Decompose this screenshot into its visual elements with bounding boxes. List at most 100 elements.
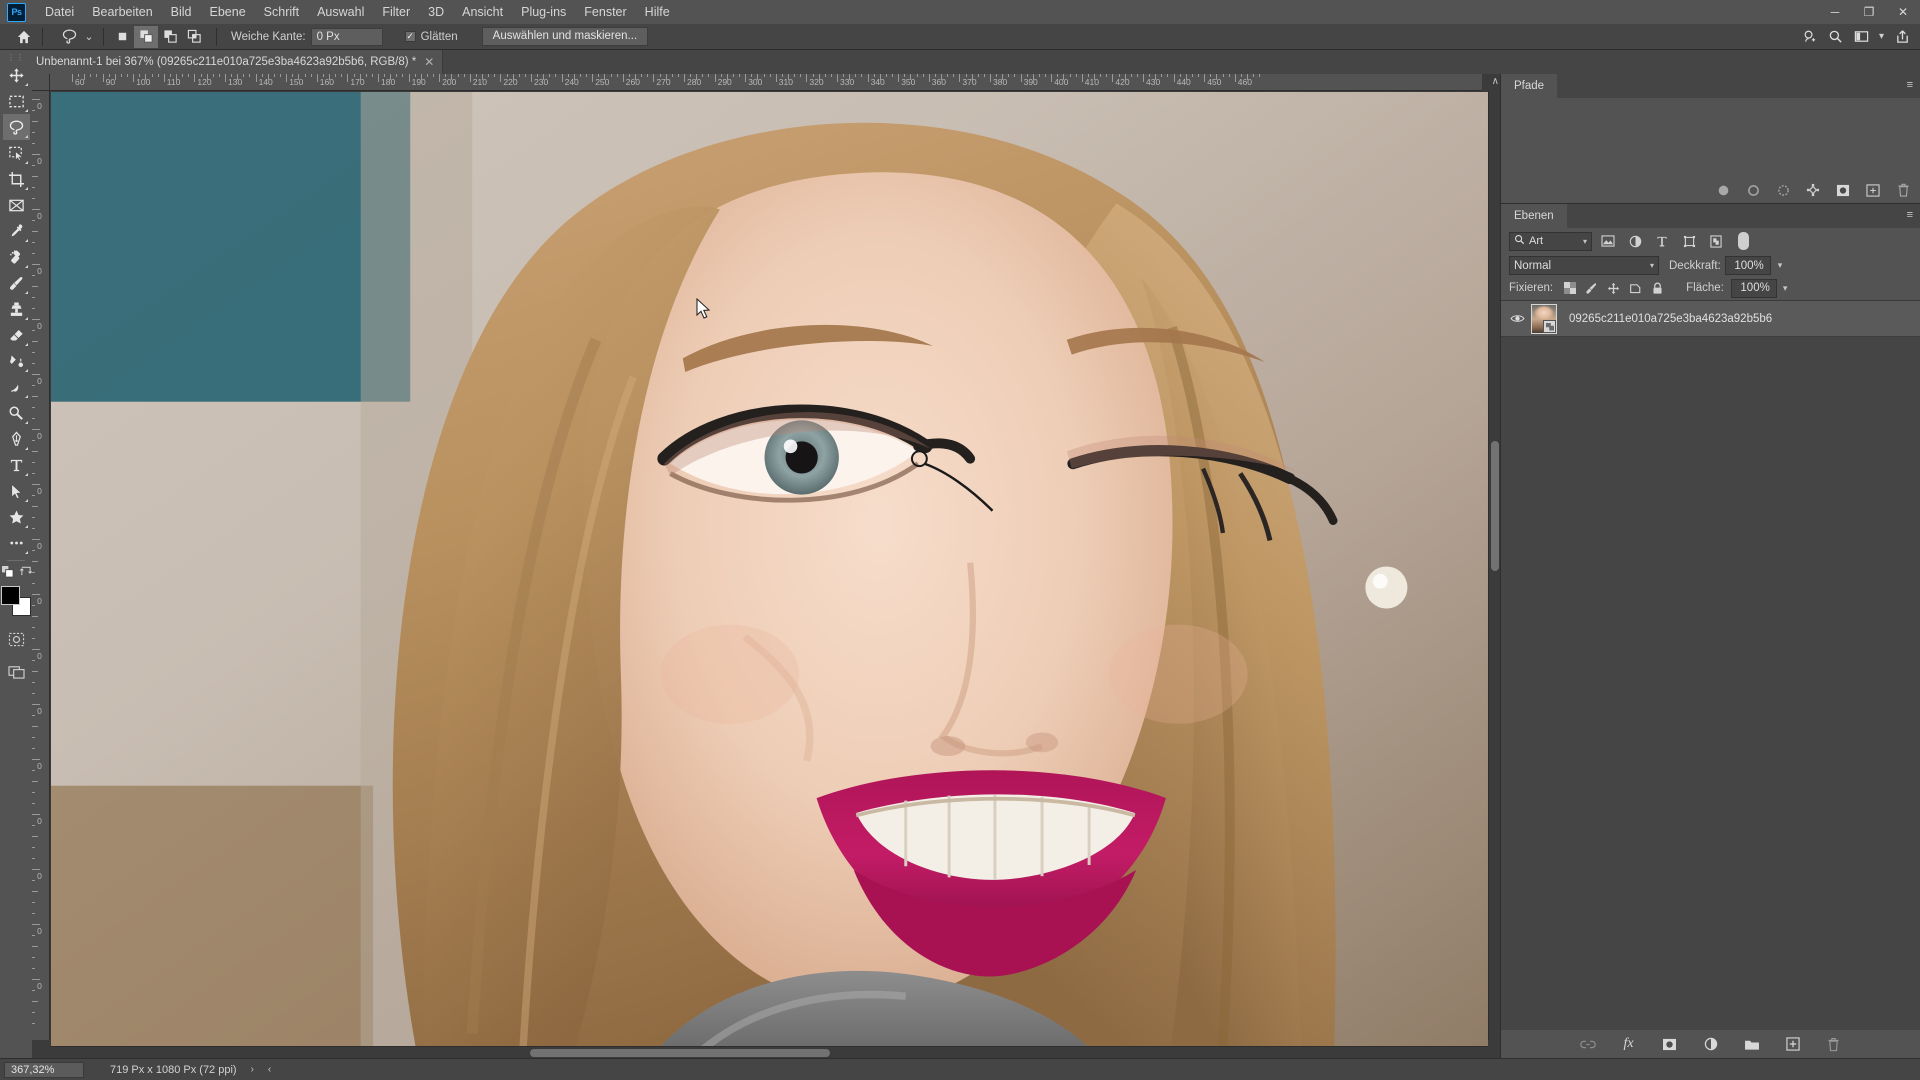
spot-healing-brush-tool[interactable]: [3, 244, 30, 270]
antialias-checkbox[interactable]: ✓: [404, 31, 416, 42]
frame-tool[interactable]: [3, 192, 30, 218]
type-tool[interactable]: [3, 452, 30, 478]
gradient-tool[interactable]: [3, 348, 30, 374]
load-path-as-selection-icon[interactable]: [1774, 181, 1792, 199]
lock-position-icon[interactable]: [1604, 279, 1623, 297]
menu-item-bearbeiten[interactable]: Bearbeiten: [83, 2, 161, 22]
share-icon[interactable]: [1890, 26, 1914, 48]
lasso-tool[interactable]: [2, 114, 30, 140]
close-icon[interactable]: ✕: [424, 55, 434, 69]
lock-transparent-pixels-icon[interactable]: [1560, 279, 1579, 297]
lock-all-icon[interactable]: [1648, 279, 1667, 297]
portrait-photo-blonde-woman-winking[interactable]: [51, 92, 1488, 1046]
quick-mask-mode-icon[interactable]: [3, 626, 30, 652]
filter-smart-object-layers-icon[interactable]: [1705, 231, 1727, 251]
eraser-tool[interactable]: [3, 322, 30, 348]
select-and-mask-button[interactable]: Auswählen und maskieren...: [481, 27, 649, 46]
delete-layer-icon[interactable]: [1824, 1034, 1844, 1054]
home-icon[interactable]: [12, 26, 36, 48]
default-colors-icon[interactable]: [0, 565, 14, 580]
swap-colors-icon[interactable]: [19, 565, 32, 580]
new-adjustment-layer-icon[interactable]: [1701, 1034, 1721, 1054]
object-selection-tool[interactable]: [3, 140, 30, 166]
collapse-canvas-icon[interactable]: ∧: [1492, 76, 1499, 87]
canvas-horizontal-scrollbar[interactable]: [50, 1046, 1488, 1058]
scrollbar-thumb[interactable]: [1491, 441, 1499, 571]
search-icon[interactable]: [1823, 26, 1847, 48]
dodge-tool[interactable]: [3, 400, 30, 426]
workspace-search-icon[interactable]: [1797, 26, 1821, 48]
stroke-path-icon[interactable]: [1744, 181, 1762, 199]
rectangular-marquee-tool[interactable]: [3, 88, 30, 114]
tab-pfade[interactable]: Pfade: [1501, 74, 1558, 98]
menu-item-auswahl[interactable]: Auswahl: [308, 2, 373, 22]
canvas-vertical-scrollbar[interactable]: [1488, 91, 1500, 1040]
menu-item-datei[interactable]: Datei: [36, 2, 83, 22]
new-selection-mode-button[interactable]: [110, 26, 134, 48]
zoom-level-field[interactable]: 367,32%: [4, 1061, 84, 1078]
crop-tool[interactable]: [3, 166, 30, 192]
menu-item-plug-ins[interactable]: Plug-ins: [512, 2, 575, 22]
chevron-down-icon[interactable]: ▾: [1650, 261, 1654, 270]
antialias-checkbox-group[interactable]: ✓ Glätten: [404, 31, 458, 43]
new-layer-icon[interactable]: [1783, 1034, 1803, 1054]
add-layer-mask-icon[interactable]: [1660, 1034, 1680, 1054]
fill-path-icon[interactable]: [1714, 181, 1732, 199]
layer-filter-type-select[interactable]: Art ▾: [1509, 231, 1592, 251]
layer-visibility-icon[interactable]: [1507, 313, 1527, 324]
feather-input[interactable]: [310, 27, 383, 46]
subtract-from-selection-mode-button[interactable]: [158, 26, 182, 48]
menu-item-hilfe[interactable]: Hilfe: [636, 2, 679, 22]
fill-value-field[interactable]: 100%: [1730, 278, 1777, 298]
status-expand-left-icon[interactable]: ‹: [268, 1064, 271, 1075]
tool-preset-chevron-down-icon[interactable]: ⌄: [81, 26, 97, 48]
menu-item-ebene[interactable]: Ebene: [201, 2, 255, 22]
foreground-color-swatch[interactable]: [1, 586, 20, 605]
blur-tool[interactable]: [3, 374, 30, 400]
status-expand-right-icon[interactable]: ›: [251, 1064, 254, 1075]
layer-thumbnail[interactable]: [1531, 303, 1557, 334]
new-path-icon[interactable]: [1864, 181, 1882, 199]
close-button[interactable]: ✕: [1886, 0, 1920, 24]
chevron-down-icon[interactable]: ▾: [1583, 237, 1587, 246]
filter-pixel-layers-icon[interactable]: [1597, 231, 1619, 251]
filter-type-layers-icon[interactable]: [1651, 231, 1673, 251]
chevron-down-icon[interactable]: ▾: [1875, 26, 1888, 48]
screen-mode-icon[interactable]: [3, 658, 30, 684]
delete-path-icon[interactable]: [1894, 181, 1912, 199]
move-tool[interactable]: [3, 62, 30, 88]
add-to-selection-mode-button[interactable]: [134, 25, 158, 48]
panel-layout-icon[interactable]: [1849, 26, 1873, 48]
layers-list[interactable]: 09265c211e010a725e3ba4623a92b5b6: [1501, 300, 1920, 1030]
link-layers-icon[interactable]: [1578, 1034, 1598, 1054]
add-layer-mask-icon[interactable]: [1834, 181, 1852, 199]
image-canvas[interactable]: [51, 92, 1488, 1046]
path-selection-tool[interactable]: [3, 478, 30, 504]
document-tab[interactable]: Unbenannt-1 bei 367% (09265c211e010a725e…: [26, 50, 444, 74]
menu-item-fenster[interactable]: Fenster: [575, 2, 635, 22]
new-group-icon[interactable]: [1742, 1034, 1762, 1054]
toolbar-grip[interactable]: ⋮⋮: [7, 53, 25, 62]
menu-item-filter[interactable]: Filter: [373, 2, 419, 22]
color-swatches[interactable]: [1, 586, 31, 616]
clone-stamp-tool[interactable]: [3, 296, 30, 322]
table-row[interactable]: 09265c211e010a725e3ba4623a92b5b6: [1501, 301, 1920, 337]
menu-item-ansicht[interactable]: Ansicht: [453, 2, 512, 22]
custom-shape-tool[interactable]: [3, 504, 30, 530]
opacity-value-field[interactable]: 100%: [1724, 256, 1771, 275]
pen-tool[interactable]: [3, 426, 30, 452]
fill-chevron-down-icon[interactable]: ▾: [1783, 283, 1788, 294]
paths-panel-menu-icon[interactable]: ≡: [1907, 80, 1913, 91]
lock-artboard-nesting-icon[interactable]: [1626, 279, 1645, 297]
restore-button[interactable]: ❐: [1852, 0, 1886, 24]
menu-item-schrift[interactable]: Schrift: [255, 2, 308, 22]
make-work-path-icon[interactable]: [1804, 181, 1822, 199]
lock-image-pixels-icon[interactable]: [1582, 279, 1601, 297]
brush-tool[interactable]: [3, 270, 30, 296]
layer-style-fx-icon[interactable]: fx: [1619, 1034, 1639, 1054]
filter-shape-layers-icon[interactable]: [1678, 231, 1700, 251]
menu-item-bild[interactable]: Bild: [162, 2, 201, 22]
layers-panel-menu-icon[interactable]: ≡: [1907, 210, 1913, 221]
opacity-chevron-down-icon[interactable]: ▾: [1778, 260, 1783, 271]
edit-toolbar-more-tool[interactable]: [3, 530, 30, 556]
